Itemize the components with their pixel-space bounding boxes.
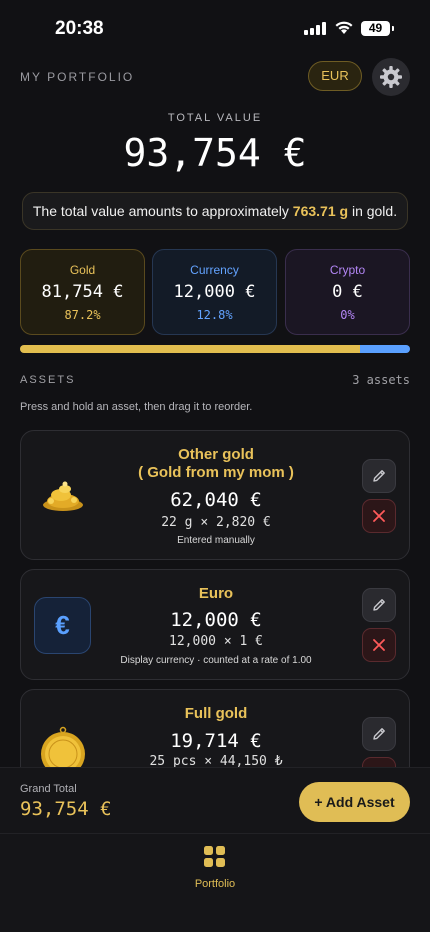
settings-button[interactable] bbox=[372, 58, 410, 96]
gold-equivalent-note: The total value amounts to approximately… bbox=[22, 192, 408, 230]
reorder-hint: Press and hold an asset, then drag it to… bbox=[20, 401, 253, 413]
total-value: 93,754 € bbox=[123, 131, 307, 175]
pencil-icon bbox=[373, 599, 385, 611]
asset-card-euro[interactable]: € Euro 12,000 € 12,000 × 1 € Display cur… bbox=[20, 569, 410, 680]
asset-name: Full gold bbox=[184, 705, 248, 722]
delete-button[interactable] bbox=[362, 499, 396, 533]
grand-total-bar: Grand Total 93,754 € + Add Asset bbox=[0, 767, 430, 833]
asset-card-other-gold[interactable]: Other gold ( Gold from my mom ) 62,040 €… bbox=[20, 430, 410, 560]
category-percent: 0% bbox=[340, 308, 355, 322]
allocation-segment-gold bbox=[20, 345, 361, 353]
currency-button[interactable]: EUR bbox=[308, 61, 362, 91]
gear-icon bbox=[380, 66, 402, 88]
note-suffix: in gold. bbox=[351, 203, 398, 219]
asset-note: ( Gold from my mom ) bbox=[138, 464, 294, 481]
tab-bar: Portfolio bbox=[0, 833, 430, 932]
delete-button[interactable] bbox=[362, 628, 396, 662]
edit-button[interactable] bbox=[362, 459, 396, 493]
category-value: 0 € bbox=[332, 282, 363, 302]
tab-portfolio[interactable]: Portfolio bbox=[185, 846, 245, 890]
status-time: 20:38 bbox=[55, 18, 104, 39]
battery-icon: 49 bbox=[361, 21, 394, 36]
category-value: 81,754 € bbox=[41, 282, 124, 302]
grid-icon bbox=[204, 846, 225, 867]
signal-icon bbox=[304, 22, 326, 35]
status-bar: 20:38 49 bbox=[0, 0, 430, 58]
close-icon bbox=[373, 510, 385, 522]
close-icon bbox=[373, 639, 385, 651]
add-asset-button[interactable]: + Add Asset bbox=[299, 782, 410, 822]
page-title: MY PORTFOLIO bbox=[20, 70, 135, 84]
allocation-segment-currency bbox=[360, 345, 410, 353]
battery-level: 49 bbox=[368, 21, 383, 35]
pencil-icon bbox=[373, 728, 385, 740]
edit-button[interactable] bbox=[362, 717, 396, 751]
total-value-label: TOTAL VALUE bbox=[167, 112, 263, 124]
wifi-icon bbox=[335, 21, 353, 34]
category-label: Gold bbox=[69, 263, 96, 277]
asset-name: Euro bbox=[198, 585, 234, 602]
category-percent: 87.2% bbox=[64, 308, 101, 322]
grand-total-value: 93,754 € bbox=[20, 798, 112, 820]
edit-button[interactable] bbox=[362, 588, 396, 622]
asset-amount: 12,000 € bbox=[170, 609, 262, 631]
asset-calculation: 22 g × 2,820 € bbox=[161, 515, 271, 530]
assets-count: 3 assets bbox=[352, 373, 410, 387]
category-card-currency: Currency 12,000 € 12.8% bbox=[152, 249, 277, 335]
asset-calculation: 12,000 × 1 € bbox=[169, 634, 263, 649]
note-grams: 763.71 g bbox=[292, 203, 349, 219]
category-card-crypto: Crypto 0 € 0% bbox=[285, 249, 410, 335]
category-value: 12,000 € bbox=[173, 282, 256, 302]
asset-subtext: Entered manually bbox=[177, 535, 255, 546]
category-label: Crypto bbox=[329, 263, 366, 277]
note-prefix: The total value amounts to approximately bbox=[32, 203, 289, 219]
allocation-bar bbox=[20, 345, 410, 353]
pencil-icon bbox=[373, 470, 385, 482]
assets-section-label: ASSETS bbox=[20, 374, 76, 386]
category-card-gold: Gold 81,754 € 87.2% bbox=[20, 249, 145, 335]
asset-subtext: Display currency · counted at a rate of … bbox=[120, 655, 312, 666]
asset-name: Other gold bbox=[178, 446, 254, 463]
category-percent: 12.8% bbox=[196, 308, 233, 322]
asset-amount: 19,714 € bbox=[170, 730, 262, 752]
grand-total-label: Grand Total bbox=[20, 783, 77, 795]
asset-amount: 62,040 € bbox=[170, 489, 262, 511]
category-label: Currency bbox=[190, 263, 239, 277]
tab-label: Portfolio bbox=[194, 878, 236, 890]
